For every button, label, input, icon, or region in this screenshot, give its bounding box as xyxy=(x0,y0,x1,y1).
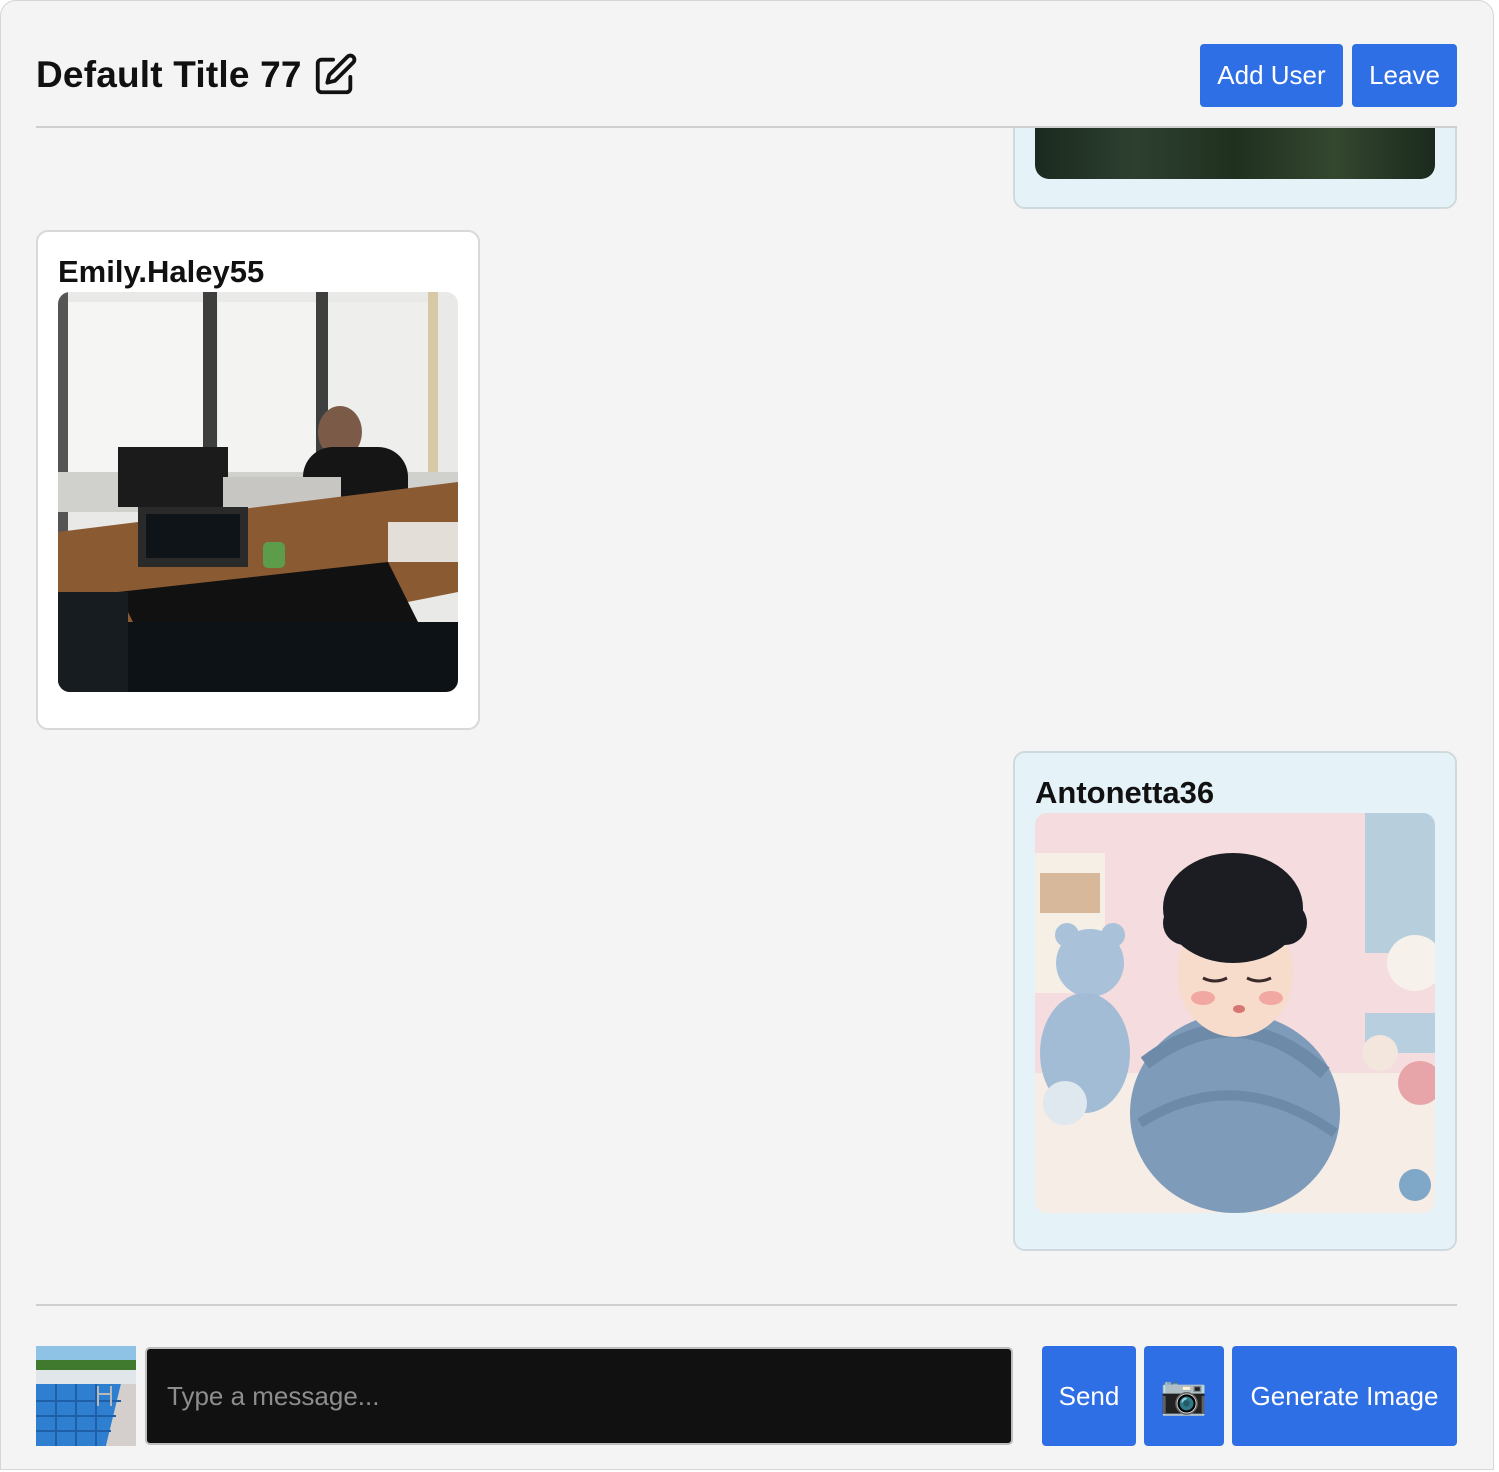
message-username: Antonetta36 xyxy=(1035,775,1215,810)
message-bubble: Emily.Haley55 xyxy=(36,230,480,730)
send-button[interactable]: Send xyxy=(1042,1346,1136,1446)
edit-icon[interactable] xyxy=(312,52,358,98)
camera-icon: 📷 xyxy=(1160,1375,1208,1417)
message-bubble-partial xyxy=(1013,128,1457,209)
message-list[interactable]: Emily.Haley55 Antonetta36 xyxy=(1,128,1493,1304)
leave-button[interactable]: Leave xyxy=(1352,43,1457,107)
chat-window: Default Title 77 Add User Leave Emily.Ha… xyxy=(0,0,1494,1470)
message-username: Emily.Haley55 xyxy=(58,254,265,289)
title-wrap: Default Title 77 xyxy=(36,52,358,98)
composer-divider xyxy=(36,1304,1457,1306)
message-image[interactable] xyxy=(1035,813,1435,1213)
header-actions: Add User Leave xyxy=(1200,43,1457,107)
camera-button[interactable]: 📷 xyxy=(1144,1346,1224,1446)
add-user-button[interactable]: Add User xyxy=(1200,43,1343,107)
message-input[interactable] xyxy=(145,1347,1013,1445)
generate-image-button[interactable]: Generate Image xyxy=(1232,1346,1457,1446)
message-image[interactable] xyxy=(1035,128,1435,179)
chat-header: Default Title 77 Add User Leave xyxy=(36,41,1457,109)
message-bubble: Antonetta36 xyxy=(1013,751,1457,1251)
attachment-thumbnail[interactable] xyxy=(36,1346,136,1446)
page-title: Default Title 77 xyxy=(36,54,302,95)
message-image[interactable] xyxy=(58,292,458,692)
message-composer: Send 📷 Generate Image xyxy=(36,1346,1457,1446)
